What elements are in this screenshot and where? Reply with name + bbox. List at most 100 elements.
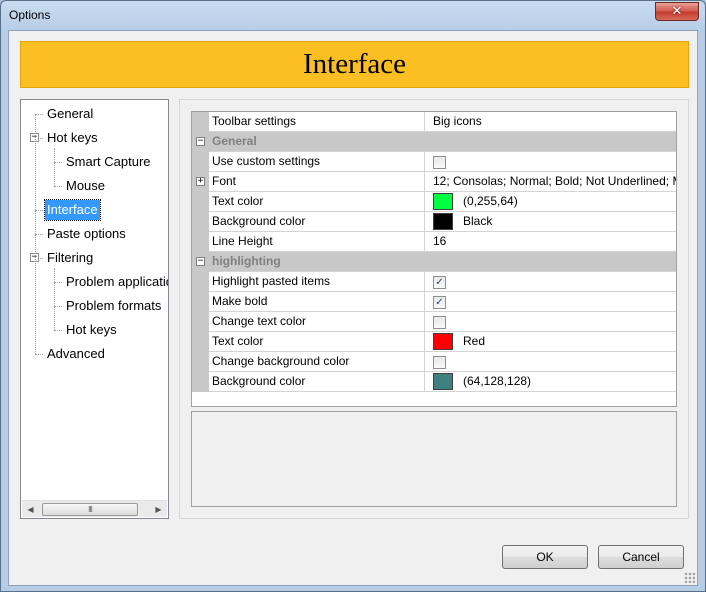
tree-item-filtering[interactable]: Filtering [45,248,95,268]
scroll-left-arrow-icon[interactable]: ◀ [22,501,39,518]
color-value-text: (64,128,128) [463,374,532,388]
property-name: Text color [212,192,425,212]
tree-connector [54,148,55,186]
options-window: Options ✕ Interface General Hot keys − Smar… [0,0,706,592]
tree-item-smart-capture[interactable]: Smart Capture [64,152,153,172]
checkbox-icon[interactable]: ✓ [433,296,446,309]
tree-item-problem-applications[interactable]: Problem applications [64,272,168,292]
tree-item-hot-keys[interactable]: Hot keys [64,320,119,340]
tree-item-advanced[interactable]: Advanced [45,344,107,364]
color-swatch [433,373,453,390]
size-grip-icon[interactable] [684,572,695,583]
scroll-right-arrow-icon[interactable]: ▶ [150,501,167,518]
category-row-highlighting[interactable]: − highlighting [192,252,676,272]
tree-horizontal-scrollbar[interactable]: ◀ III ▶ [22,500,167,517]
row-gutter [192,112,209,132]
property-name: Make bold [212,292,425,312]
close-icon: ✕ [671,4,683,19]
property-name: Text color [212,332,425,352]
property-value[interactable]: Big icons [430,112,676,132]
expander-icon[interactable]: + [196,177,205,186]
property-row-use-custom-settings[interactable]: Use custom settings [192,152,676,172]
tree-item-general[interactable]: General [45,104,95,124]
property-row-line-height[interactable]: Line Height 16 [192,232,676,252]
tree-item-interface[interactable]: Interface [44,199,101,221]
tree-connector [35,114,36,354]
window-title: Options [9,8,51,22]
property-value[interactable]: Red [430,332,676,352]
checkbox-icon[interactable] [433,356,446,369]
property-value[interactable] [430,312,676,332]
property-value[interactable]: 16 [430,232,676,252]
property-row-font[interactable]: + Font 12; Consolas; Normal; Bold; Not Und… [192,172,676,192]
checkbox-icon[interactable] [433,316,446,329]
color-value-text: Black [463,214,493,228]
property-name: Toolbar settings [212,112,425,132]
property-value[interactable]: Black [430,212,676,232]
property-name: Change text color [212,312,425,332]
checkbox-icon[interactable] [433,156,446,169]
property-row-highlight-pasted-items[interactable]: Highlight pasted items ✓ [192,272,676,292]
close-button[interactable]: ✕ [655,2,699,21]
property-name: Use custom settings [212,152,425,172]
row-gutter [192,332,209,352]
property-name: highlighting [212,254,281,268]
property-row-background-color[interactable]: Background color Black [192,212,676,232]
property-value[interactable]: (0,255,64) [430,192,676,212]
tree-connector [35,354,43,355]
expander-icon[interactable]: − [196,257,205,266]
tree-connector [35,114,43,115]
tree-item-problem-formats[interactable]: Problem formats [64,296,163,316]
scroll-thumb[interactable]: III [42,503,138,516]
cancel-button[interactable]: Cancel [598,545,684,569]
color-swatch [433,213,453,230]
dialog-client: Interface General Hot keys − Smart Capture M… [8,30,698,586]
tree-connector [54,186,62,187]
property-name: Background color [212,212,425,232]
property-description-pane [191,411,677,507]
property-name: Font [212,172,425,192]
property-name: Change background color [212,352,425,372]
title-bar[interactable]: Options ✕ [1,1,705,30]
tree-item-hot-keys[interactable]: Hot keys [45,128,100,148]
tree-connector [54,330,62,331]
tree-item-paste-options[interactable]: Paste options [45,224,128,244]
tree-connector [54,268,55,330]
property-row-make-bold[interactable]: Make bold ✓ [192,292,676,312]
options-tree[interactable]: General Hot keys − Smart Capture Mouse Interf… [20,99,169,519]
row-gutter [192,232,209,252]
property-value[interactable] [430,352,676,372]
row-gutter [192,192,209,212]
row-gutter [192,352,209,372]
category-row-general[interactable]: − General [192,132,676,152]
row-gutter [192,272,209,292]
tree-connector [35,210,43,211]
property-value[interactable]: 12; Consolas; Normal; Bold; Not Underlin… [430,172,676,192]
property-value[interactable] [430,152,676,172]
checkbox-icon[interactable]: ✓ [433,276,446,289]
property-name: General [212,134,257,148]
property-row-text-color[interactable]: Text color Red [192,332,676,352]
property-row-change-background-color[interactable]: Change background color [192,352,676,372]
property-name: Highlight pasted items [212,272,425,292]
tree-connector [35,234,43,235]
tree-connector [54,282,62,283]
property-value[interactable]: (64,128,128) [430,372,676,392]
property-row-toolbar-settings[interactable]: Toolbar settings Big icons [192,112,676,132]
row-gutter [192,372,209,392]
property-value[interactable]: ✓ [430,292,676,312]
tree-viewport: General Hot keys − Smart Capture Mouse Interf… [21,100,168,498]
property-value[interactable]: ✓ [430,272,676,292]
property-row-text-color[interactable]: Text color (0,255,64) [192,192,676,212]
row-gutter [192,312,209,332]
property-row-change-text-color[interactable]: Change text color [192,312,676,332]
property-name: Line Height [212,232,425,252]
ok-button[interactable]: OK [502,545,588,569]
color-swatch [433,333,453,350]
expander-icon[interactable]: − [196,137,205,146]
property-row-background-color[interactable]: Background color (64,128,128) [192,372,676,392]
value-text: 12; Consolas; Normal; Bold; Not Underlin… [433,174,676,188]
tree-item-mouse[interactable]: Mouse [64,176,107,196]
property-grid[interactable]: Toolbar settings Big icons − General Use cus… [191,111,677,407]
page-title: Interface [302,48,406,80]
